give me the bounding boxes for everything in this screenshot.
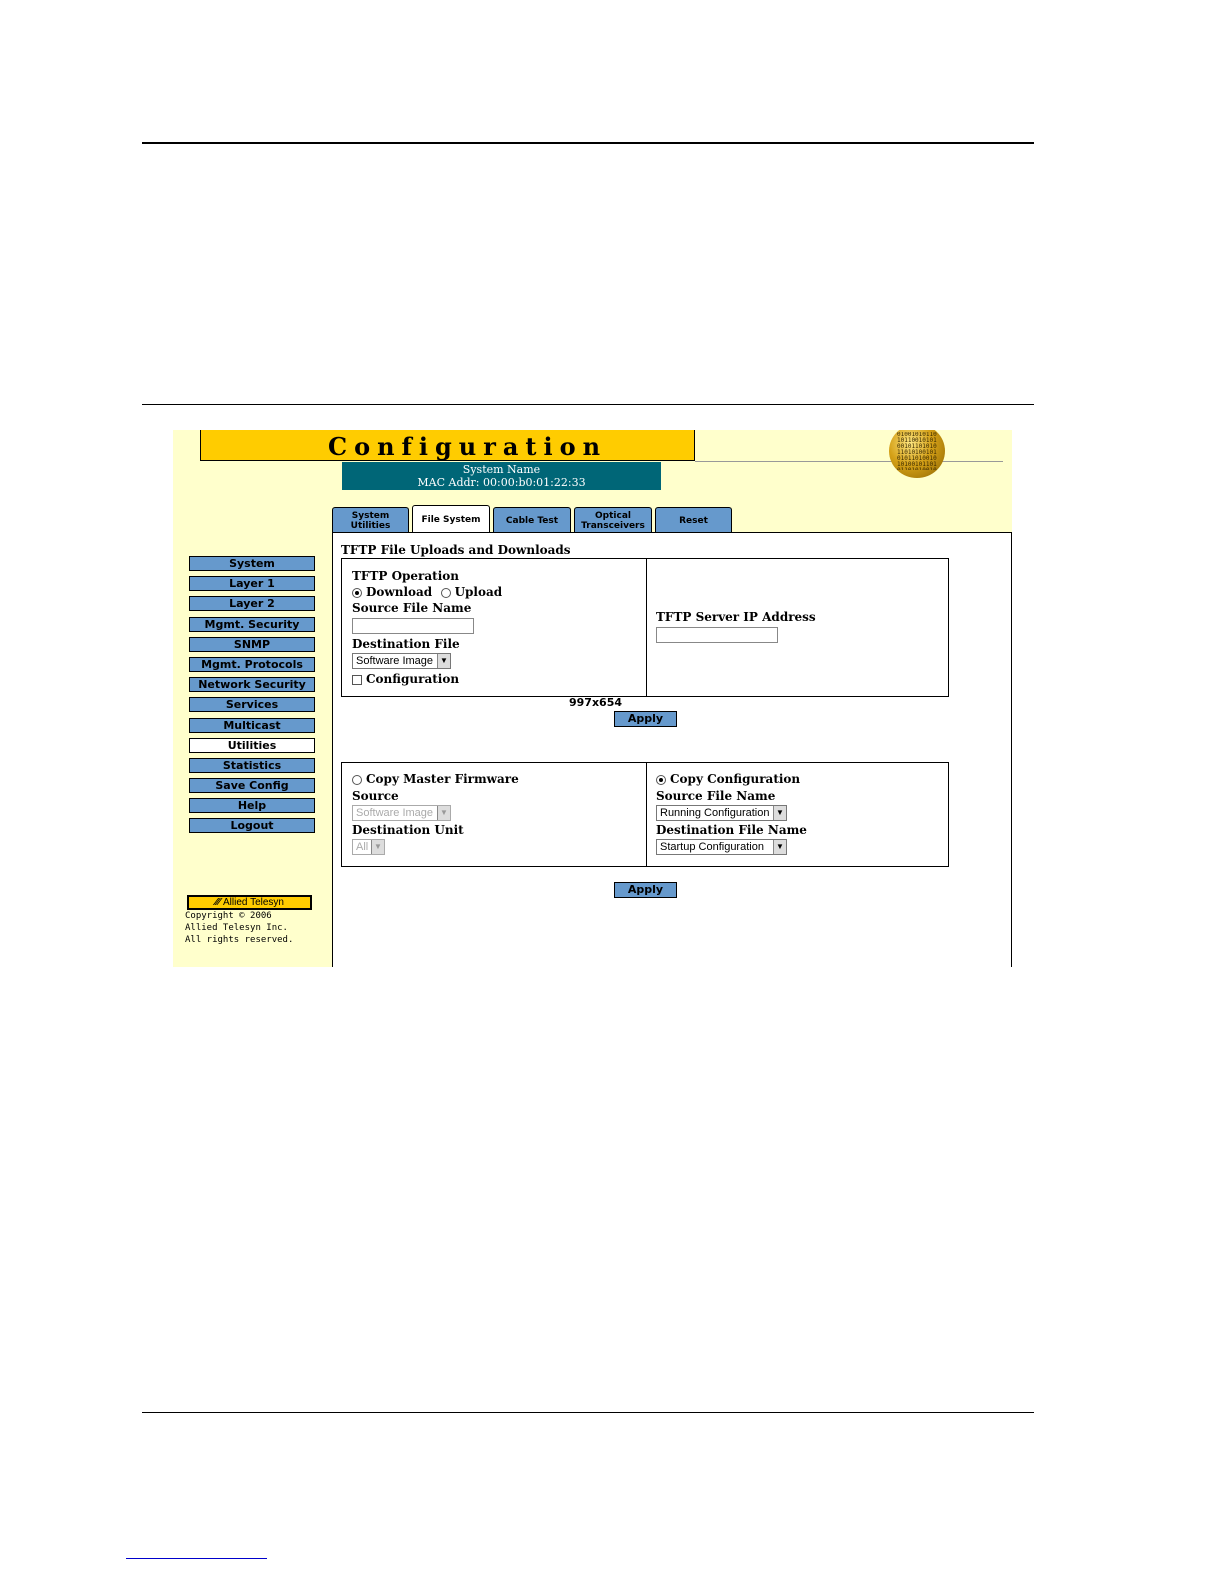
apply-button-copy[interactable]: Apply bbox=[614, 882, 677, 898]
nav-save-config[interactable]: Save Config bbox=[189, 778, 315, 794]
chevron-down-icon: ▼ bbox=[437, 806, 450, 820]
tftp-operation-label: TFTP Operation bbox=[352, 569, 459, 583]
copy-configuration-row: Copy Configuration bbox=[656, 772, 800, 786]
copy-panel: Copy Master Firmware Source Software Ima… bbox=[341, 762, 949, 867]
configuration-checkbox[interactable] bbox=[352, 674, 362, 685]
tab-system-utilities[interactable]: System Utilities bbox=[332, 507, 409, 533]
section-title: TFTP File Uploads and Downloads bbox=[341, 543, 571, 557]
system-name: System Name bbox=[462, 463, 541, 476]
tftp-server-ip-input[interactable] bbox=[656, 627, 778, 643]
top-rule bbox=[142, 142, 1034, 144]
main-content: TFTP File Uploads and Downloads TFTP Ope… bbox=[332, 532, 1012, 967]
source-file-label: Source File Name bbox=[352, 601, 472, 615]
destination-file-label: Destination File bbox=[352, 637, 460, 651]
copy-dest-file-select[interactable]: Startup Configuration ▼ bbox=[656, 839, 787, 855]
tab-cable-test[interactable]: Cable Test bbox=[493, 507, 571, 533]
upload-radio[interactable] bbox=[440, 587, 451, 598]
nav-snmp[interactable]: SNMP bbox=[189, 636, 315, 652]
chevron-down-icon: ▼ bbox=[773, 806, 786, 820]
nav-system[interactable]: System bbox=[189, 556, 315, 571]
nav-mgmt-protocols[interactable]: Mgmt. Protocols bbox=[189, 656, 315, 672]
tftp-right-column: TFTP Server IP Address bbox=[647, 559, 948, 696]
source-file-input[interactable] bbox=[352, 618, 474, 634]
middle-rule bbox=[142, 404, 1034, 405]
chevron-down-icon: ▼ bbox=[773, 840, 786, 854]
copy-firmware-column: Copy Master Firmware Source Software Ima… bbox=[342, 763, 647, 866]
copy-source-label: Source bbox=[352, 789, 399, 803]
config-app-window: Configuration System Name MAC Addr: 00:0… bbox=[173, 430, 1012, 967]
copy-config-column: Copy Configuration Source File Name Runn… bbox=[647, 763, 948, 866]
apply-button-tftp[interactable]: Apply bbox=[614, 711, 677, 727]
chevron-down-icon: ▼ bbox=[437, 654, 450, 668]
copyright: Copyright © 2006 Allied Telesyn Inc. All… bbox=[185, 911, 294, 945]
tftp-operation-radios: Download Upload bbox=[352, 585, 502, 599]
nav-utilities[interactable]: Utilities bbox=[189, 737, 315, 753]
nav-multicast[interactable]: Multicast bbox=[189, 717, 315, 733]
header-rule bbox=[695, 461, 1003, 462]
tab-file-system[interactable]: File System bbox=[412, 505, 490, 534]
copy-source-file-select[interactable]: Running Configuration ▼ bbox=[656, 805, 787, 821]
nav-logout[interactable]: Logout bbox=[189, 818, 315, 834]
nav-layer-2[interactable]: Layer 2 bbox=[189, 596, 315, 612]
destination-unit-label: Destination Unit bbox=[352, 823, 464, 837]
chevron-down-icon: ▼ bbox=[371, 840, 384, 854]
bottom-rule bbox=[142, 1412, 1034, 1413]
copy-dest-file-label: Destination File Name bbox=[656, 823, 807, 837]
tab-reset[interactable]: Reset bbox=[655, 507, 732, 533]
footer-link-underline bbox=[126, 1558, 267, 1559]
dimensions-text: 997x654 bbox=[569, 696, 623, 709]
page-title: Configuration bbox=[328, 432, 608, 461]
sidebar-nav: System Layer 1 Layer 2 Mgmt. Security SN… bbox=[189, 556, 315, 839]
allied-telesyn-logo: ⁄⁄⁄ Allied Telesyn bbox=[187, 895, 312, 910]
download-radio[interactable] bbox=[352, 587, 362, 598]
nav-mgmt-security[interactable]: Mgmt. Security bbox=[189, 616, 315, 632]
at-logo-icon: ⁄⁄⁄ bbox=[215, 897, 221, 908]
nav-help[interactable]: Help bbox=[189, 798, 315, 814]
tftp-left-column: TFTP Operation Download Upload Source Fi… bbox=[342, 559, 647, 696]
system-info-box: System Name MAC Addr: 00:00:b0:01:22:33 bbox=[342, 462, 661, 490]
tab-optical-transceivers[interactable]: Optical Transceivers bbox=[574, 507, 652, 533]
tftp-server-ip-label: TFTP Server IP Address bbox=[656, 610, 816, 624]
copy-master-firmware-row: Copy Master Firmware bbox=[352, 772, 519, 786]
copy-master-firmware-radio[interactable] bbox=[352, 774, 362, 785]
destination-file-select[interactable]: Software Image ▼ bbox=[352, 653, 451, 669]
title-bar: Configuration bbox=[200, 430, 695, 461]
nav-statistics[interactable]: Statistics bbox=[189, 757, 315, 773]
tftp-panel: TFTP Operation Download Upload Source Fi… bbox=[341, 558, 949, 697]
nav-network-security[interactable]: Network Security bbox=[189, 677, 315, 693]
globe-icon: 01001010110 10110010101 00101101010 1101… bbox=[889, 430, 945, 478]
nav-services[interactable]: Services bbox=[189, 697, 315, 713]
copy-configuration-radio[interactable] bbox=[656, 774, 666, 785]
nav-layer-1[interactable]: Layer 1 bbox=[189, 576, 315, 592]
destination-unit-select[interactable]: All ▼ bbox=[352, 839, 385, 855]
mac-address: MAC Addr: 00:00:b0:01:22:33 bbox=[417, 476, 586, 489]
copy-source-file-label: Source File Name bbox=[656, 789, 776, 803]
configuration-checkbox-row: Configuration bbox=[352, 672, 459, 686]
copy-source-select[interactable]: Software Image ▼ bbox=[352, 805, 451, 821]
